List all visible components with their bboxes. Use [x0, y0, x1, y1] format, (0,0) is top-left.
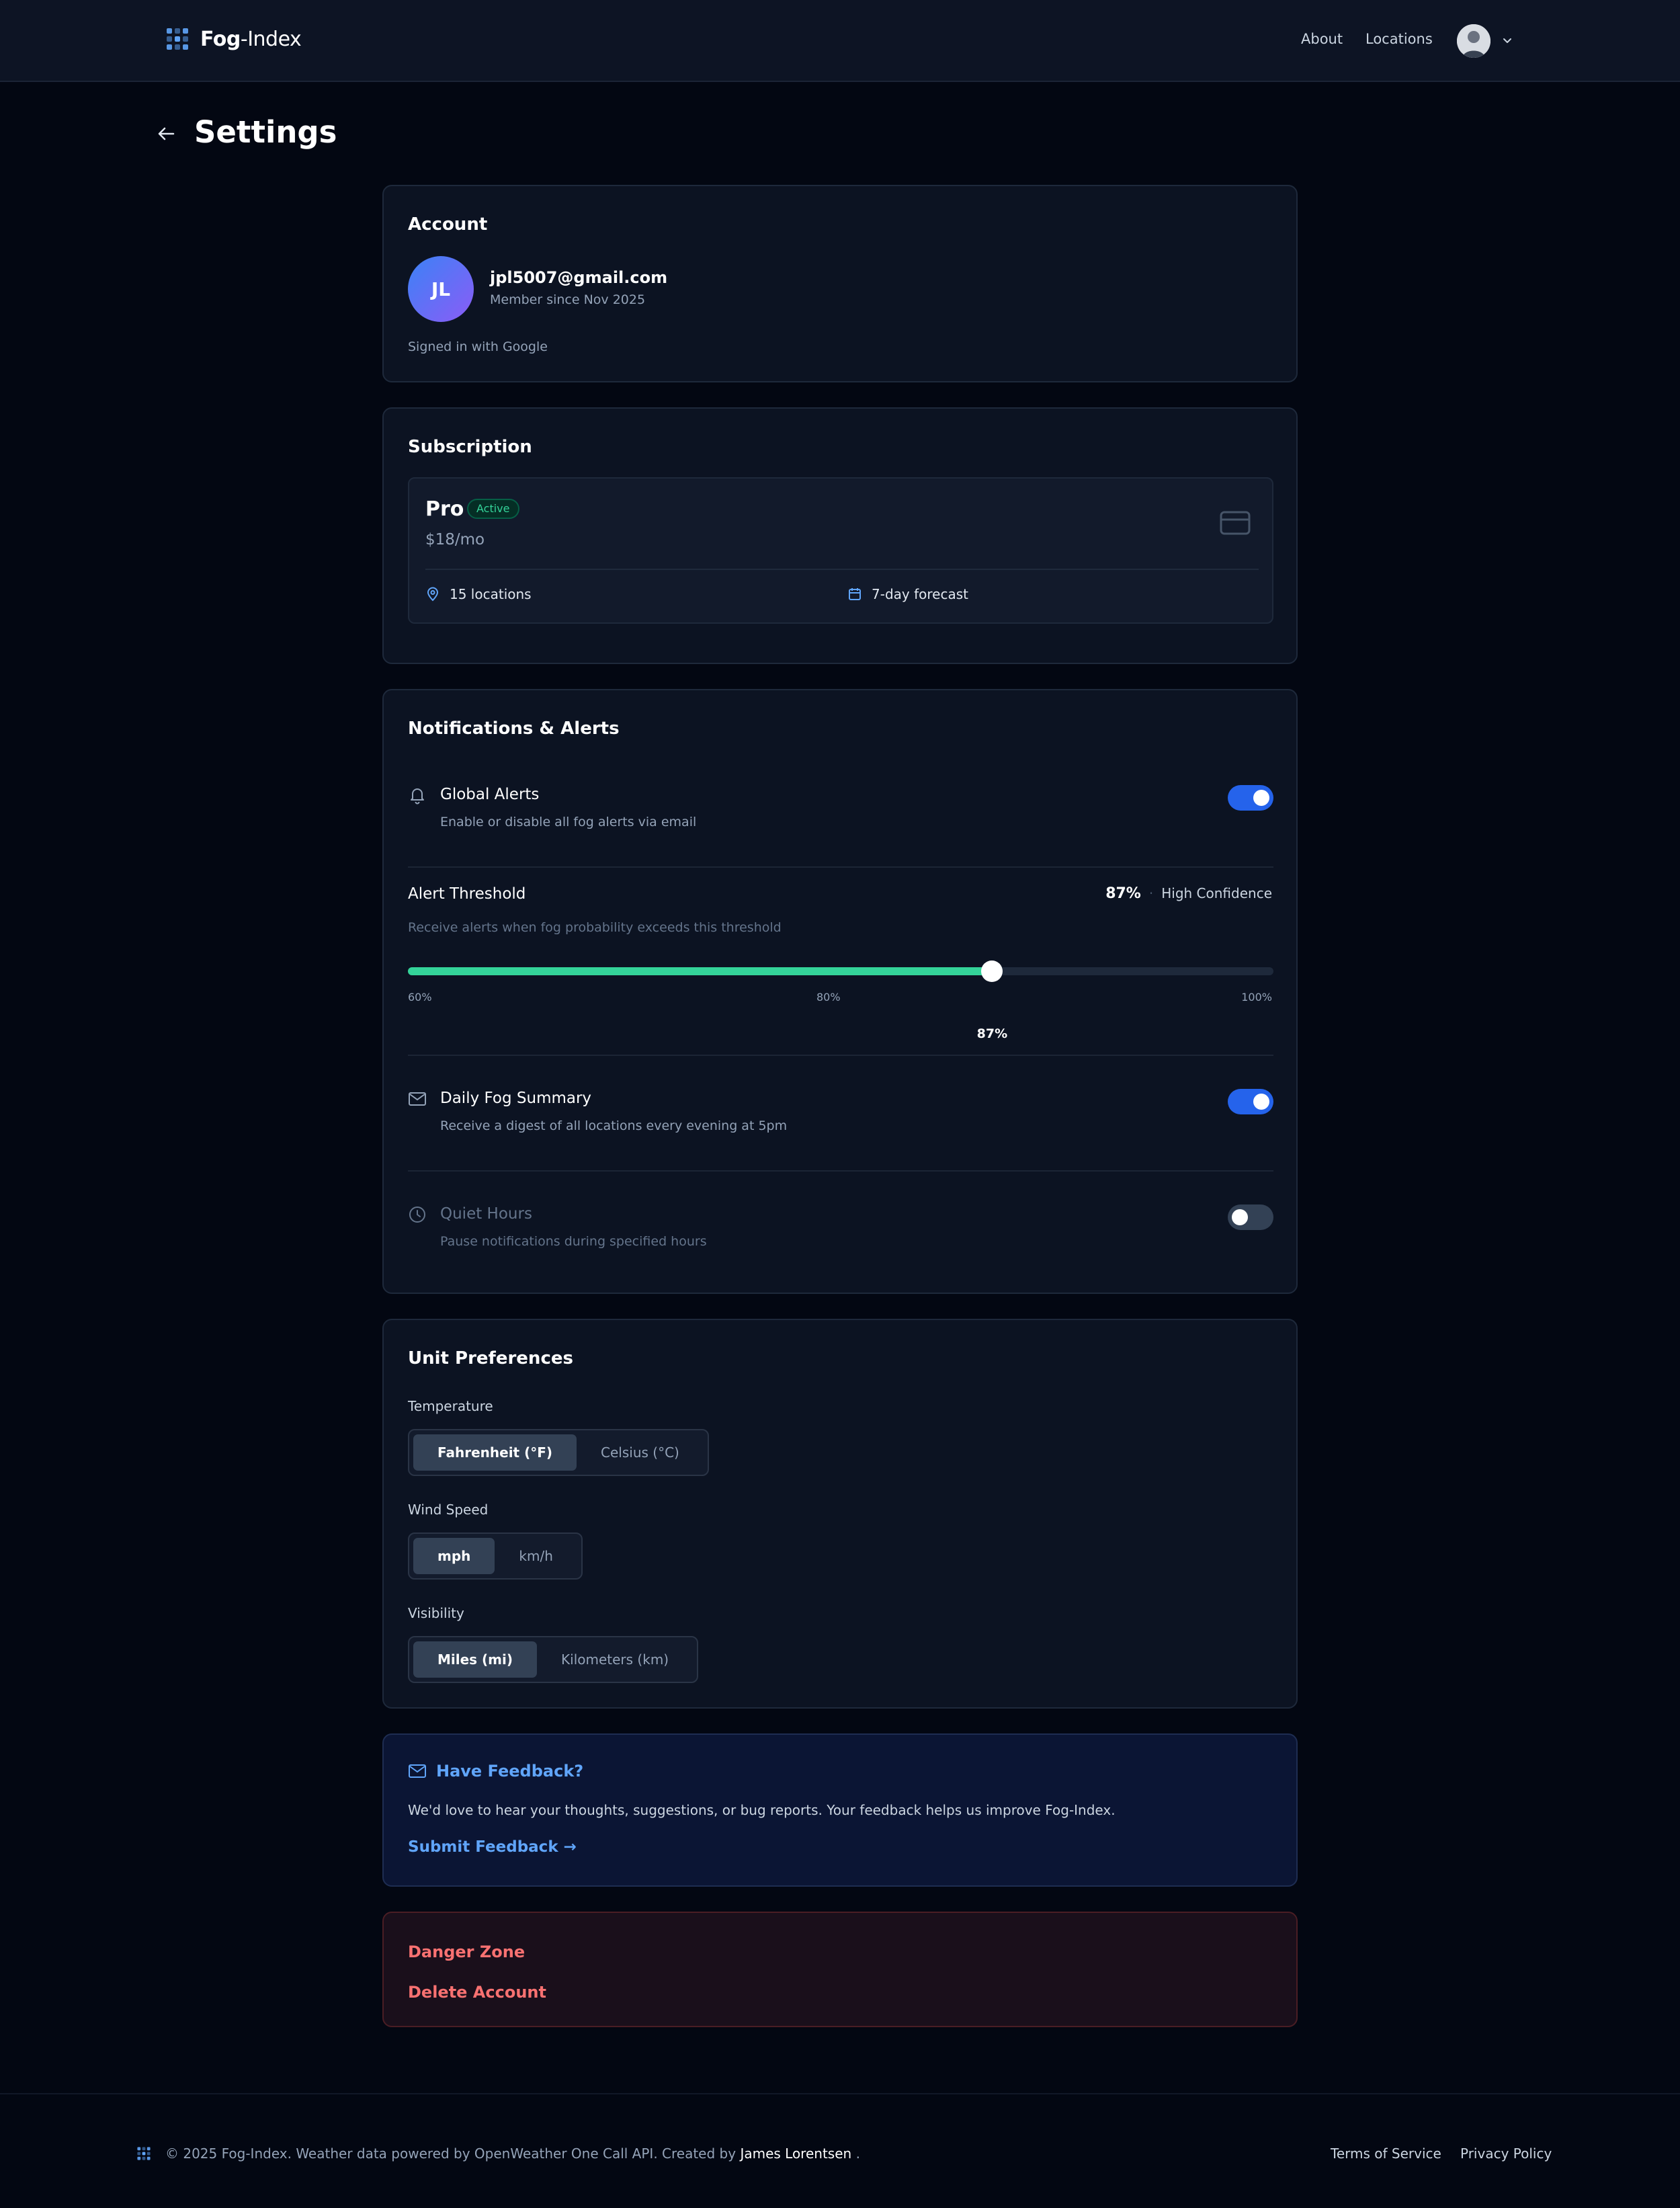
account-sign-in-method: Signed in with Google [408, 339, 548, 354]
brand-name-rest: -Index [240, 27, 302, 51]
option-celsius[interactable]: Celsius (°C) [577, 1434, 704, 1471]
toggle-knob [1253, 790, 1269, 806]
global-alerts-subtitle: Enable or disable all fog alerts via ema… [440, 815, 697, 829]
option-miles[interactable]: Miles (mi) [413, 1641, 538, 1678]
subscription-card: Subscription Pro Active $18/mo 15 locati… [382, 407, 1298, 664]
option-mph[interactable]: mph [413, 1538, 495, 1574]
alert-threshold-summary: 87% · High Confidence [1105, 885, 1272, 902]
plan-price: $18/mo [425, 531, 485, 548]
unit-preferences-card: Unit Preferences Temperature Fahrenheit … [382, 1319, 1298, 1709]
global-alerts-toggle[interactable] [1228, 785, 1273, 811]
plan-feature-forecast: 7-day forecast [847, 586, 968, 602]
feedback-title: Have Feedback? [436, 1762, 584, 1781]
temperature-label: Temperature [408, 1398, 493, 1414]
back-arrow-icon[interactable] [155, 122, 177, 145]
footer-author-link[interactable]: James Lorentsen [740, 2145, 851, 2162]
alert-threshold-value: 87% [1105, 885, 1141, 902]
status-badge: Active [467, 499, 519, 519]
slider-tick-mid: 80% [816, 991, 841, 1004]
threshold-slider-fill [408, 967, 993, 975]
danger-zone-card: Danger Zone Delete Account [382, 1912, 1298, 2027]
daily-summary-subtitle: Receive a digest of all locations every … [440, 1118, 788, 1133]
wind-speed-label: Wind Speed [408, 1502, 489, 1518]
plan-feature-label: 15 locations [450, 586, 532, 602]
plan-feature-locations: 15 locations [425, 586, 532, 602]
feedback-heading: Have Feedback? [408, 1762, 583, 1781]
quiet-hours-toggle[interactable] [1228, 1204, 1273, 1230]
slider-current-value: 87% [976, 1026, 1008, 1041]
toggle-knob [1253, 1094, 1269, 1110]
wind-speed-selector: mph km/h [408, 1532, 583, 1580]
alert-threshold-subtitle: Receive alerts when fog probability exce… [408, 920, 782, 935]
nav-link-locations[interactable]: Locations [1366, 31, 1433, 47]
brand-name: Fog-Index [200, 27, 302, 51]
fog-logo-icon [167, 28, 188, 50]
calendar-icon [849, 588, 861, 600]
page-title: Settings [194, 114, 337, 150]
feedback-text: We'd love to hear your thoughts, suggest… [408, 1802, 1116, 1818]
section-divider [408, 1055, 1273, 1056]
section-divider [408, 866, 1273, 868]
notifications-title: Notifications & Alerts [408, 719, 620, 739]
account-avatar: JL [408, 256, 474, 322]
visibility-selector: Miles (mi) Kilometers (km) [408, 1636, 699, 1683]
bell-icon [411, 788, 424, 805]
submit-feedback-link[interactable]: Submit Feedback → [408, 1838, 577, 1856]
separator-dot: · [1148, 885, 1154, 901]
daily-summary-toggle[interactable] [1228, 1089, 1273, 1114]
option-kilometers[interactable]: Kilometers (km) [537, 1641, 693, 1678]
footer-copyright-text: © 2025 Fog-Index. Weather data powered b… [165, 2145, 737, 2162]
brand-logo[interactable]: Fog-Index [164, 26, 302, 52]
user-avatar-icon [1457, 24, 1490, 58]
footer-period: . [855, 2145, 860, 2162]
footer-copyright: © 2025 Fog-Index. Weather data powered b… [165, 2145, 860, 2162]
nav-link-about[interactable]: About [1301, 31, 1343, 47]
clock-icon [409, 1207, 425, 1223]
fog-logo-icon [137, 2147, 151, 2160]
account-card: Account JL jpl5007@gmail.com Member sinc… [382, 185, 1298, 382]
feedback-card: Have Feedback? We'd love to hear your th… [382, 1733, 1298, 1887]
account-member-since: Member since Nov 2025 [490, 292, 646, 307]
alert-threshold-title: Alert Threshold [408, 885, 526, 903]
slider-tick-min: 60% [408, 991, 432, 1004]
mail-icon [409, 1764, 426, 1778]
plan-name: Pro [425, 497, 464, 521]
option-kmh[interactable]: km/h [495, 1538, 577, 1574]
subscription-title: Subscription [408, 437, 532, 457]
top-nav-bar: Fog-Index About Locations [0, 0, 1680, 82]
threshold-slider-handle[interactable] [981, 960, 1003, 982]
map-pin-icon [427, 587, 439, 602]
danger-zone-title: Danger Zone [408, 1943, 526, 1961]
confidence-label: High Confidence [1161, 885, 1272, 901]
user-avatar[interactable] [1457, 24, 1490, 58]
quiet-hours-subtitle: Pause notifications during specified hou… [440, 1234, 707, 1249]
delete-account-button[interactable]: Delete Account [408, 1983, 546, 2002]
privacy-policy-link[interactable]: Privacy Policy [1460, 2145, 1552, 2162]
quiet-hours-title: Quiet Hours [440, 1205, 532, 1223]
terms-of-service-link[interactable]: Terms of Service [1331, 2145, 1441, 2162]
notifications-card: Notifications & Alerts Global Alerts Ena… [382, 689, 1298, 1294]
brand-name-bold: Fog [200, 27, 241, 51]
chevron-down-icon[interactable] [1501, 34, 1514, 47]
section-divider [408, 1170, 1273, 1172]
mail-icon [409, 1092, 426, 1106]
credit-card-icon [1220, 511, 1251, 535]
threshold-slider-track[interactable] [408, 960, 1273, 982]
visibility-label: Visibility [408, 1605, 464, 1621]
plan-feature-label: 7-day forecast [872, 586, 968, 602]
global-alerts-title: Global Alerts [440, 786, 540, 803]
plan-divider [425, 569, 1259, 570]
option-fahrenheit[interactable]: Fahrenheit (°F) [413, 1434, 577, 1471]
daily-summary-title: Daily Fog Summary [440, 1090, 592, 1107]
plan-box: Pro Active $18/mo 15 locations 7-day for… [408, 477, 1273, 624]
toggle-knob [1232, 1209, 1248, 1225]
temperature-selector: Fahrenheit (°F) Celsius (°C) [408, 1429, 709, 1476]
account-email: jpl5007@gmail.com [490, 268, 668, 287]
account-title: Account [408, 214, 488, 235]
unit-preferences-title: Unit Preferences [408, 1348, 573, 1368]
footer: © 2025 Fog-Index. Weather data powered b… [0, 2093, 1680, 2208]
slider-tick-max: 100% [1241, 991, 1272, 1004]
